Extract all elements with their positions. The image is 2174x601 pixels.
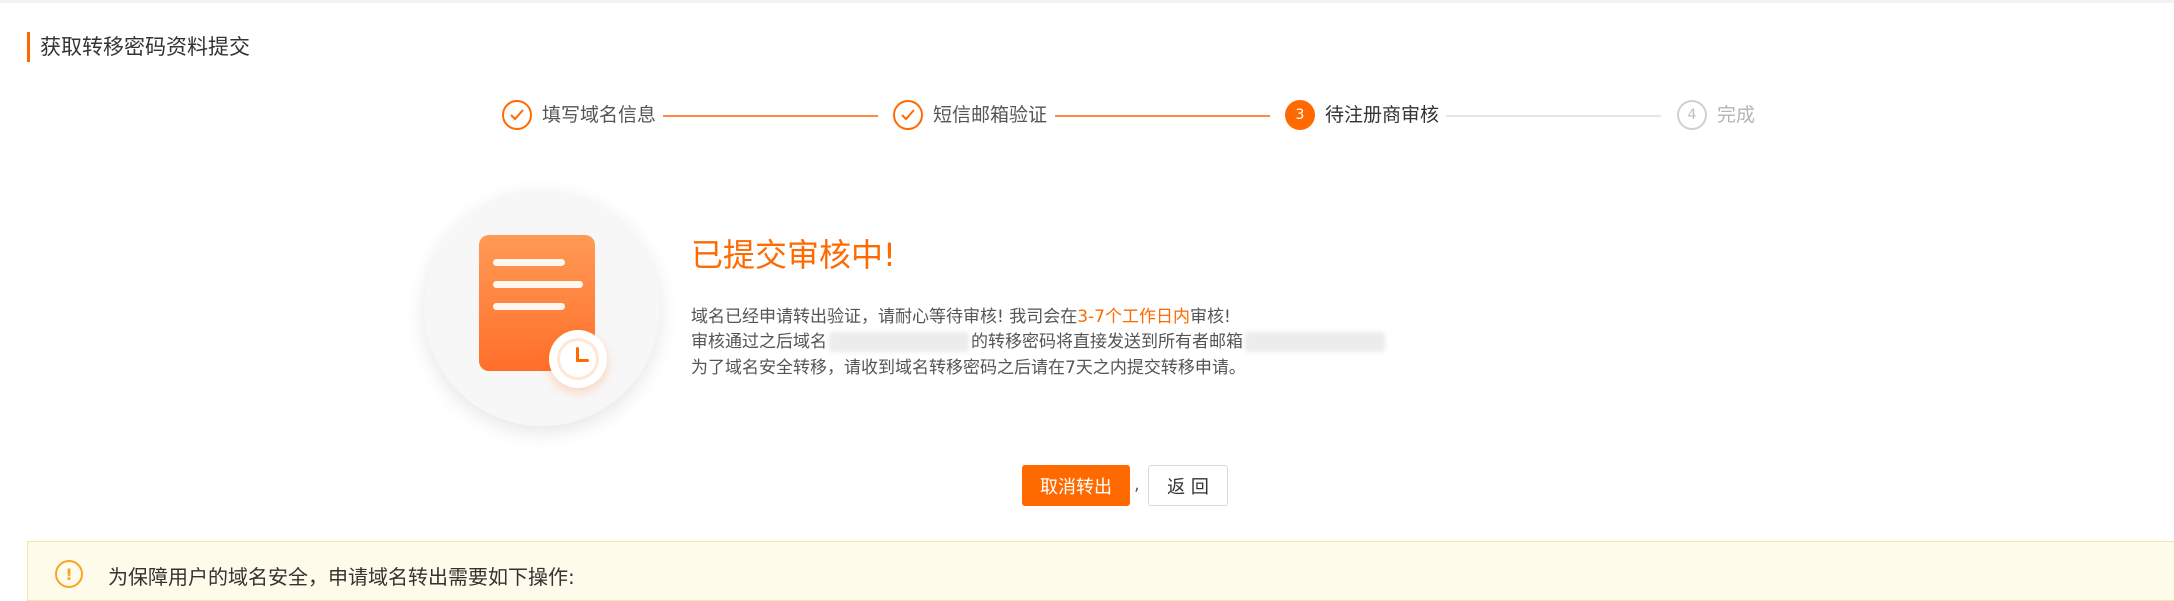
- result-line-1: 域名已经申请转出验证，请耐心等待审核! 我司会在3-7个工作日内审核!: [691, 305, 1231, 330]
- step-connector-3: [1446, 115, 1661, 117]
- step-4-number: 4: [1677, 100, 1707, 130]
- pending-review-illustration: [424, 190, 660, 426]
- step-2-check-icon: [893, 100, 923, 130]
- redacted-email: [1245, 332, 1385, 352]
- step-2-label: 短信邮箱验证: [933, 104, 1048, 126]
- info-icon: !: [55, 560, 83, 588]
- result-line-1-prefix: 域名已经申请转出验证，请耐心等待审核! 我司会在: [691, 307, 1078, 327]
- step-3-number: 3: [1285, 100, 1315, 130]
- redacted-domain: [829, 332, 969, 352]
- cancel-transfer-button[interactable]: 取消转出: [1022, 465, 1130, 506]
- step-connector-1: [663, 115, 878, 117]
- step-1-check-icon: [502, 100, 532, 130]
- result-line-1-suffix: 审核!: [1190, 307, 1231, 327]
- review-period-highlight: 3-7个工作日内: [1077, 307, 1190, 327]
- notice-banner: ! 为保障用户的域名安全，申请域名转出需要如下操作:: [27, 541, 2174, 601]
- step-4-label: 完成: [1717, 104, 1756, 126]
- result-line-3: 为了域名安全转移，请收到域名转移密码之后请在7天之内提交转移申请。: [691, 358, 1246, 378]
- clock-icon: [549, 330, 607, 388]
- progress-steps: 填写域名信息 短信邮箱验证 3 待注册商审核 4 完成: [0, 100, 2174, 134]
- result-line-2: 审核通过之后域名 的转移密码将直接发送到所有者邮箱: [691, 330, 1387, 355]
- result-line-2-prefix: 审核通过之后域名: [691, 332, 827, 352]
- result-line-2-middle: 的转移密码将直接发送到所有者邮箱: [971, 332, 1243, 352]
- back-button[interactable]: 返 回: [1148, 465, 1228, 506]
- step-3-label: 待注册商审核: [1325, 104, 1440, 126]
- button-separator: ,: [1134, 474, 1140, 495]
- step-connector-2: [1055, 115, 1270, 117]
- page-title: 获取转移密码资料提交: [27, 32, 250, 62]
- result-title: 已提交审核中!: [691, 236, 896, 274]
- step-1-label: 填写域名信息: [542, 104, 657, 126]
- top-divider: [0, 0, 2174, 3]
